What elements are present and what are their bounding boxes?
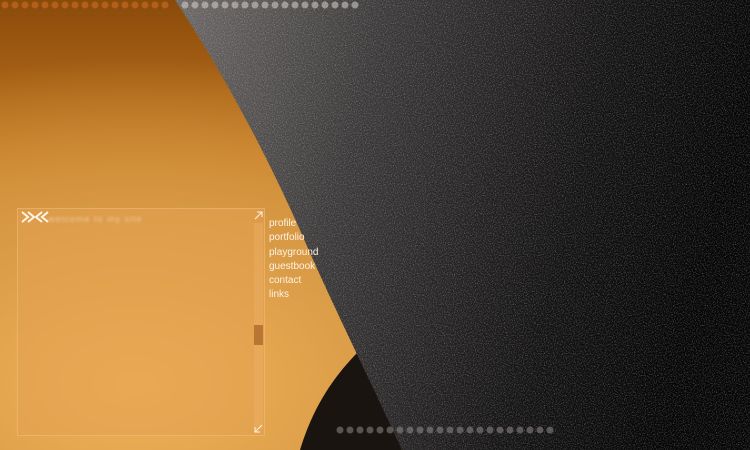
- site-stage: welcome to my site profile portfolio pla…: [0, 0, 750, 450]
- content-panel: welcome to my site: [17, 208, 265, 436]
- panel-title: welcome to my site: [48, 214, 143, 224]
- nav-item-profile[interactable]: profile: [269, 217, 318, 231]
- xk-logo-icon[interactable]: [21, 211, 49, 223]
- nav-item-guestbook[interactable]: guestbook: [269, 260, 318, 274]
- panel-scrollbar[interactable]: [254, 223, 263, 429]
- nav-item-links[interactable]: links: [269, 288, 318, 302]
- main-nav: profile portfolio playground guestbook c…: [269, 217, 318, 303]
- nav-item-portfolio[interactable]: portfolio: [269, 231, 318, 245]
- nav-item-playground[interactable]: playground: [269, 246, 318, 260]
- nav-item-contact[interactable]: contact: [269, 274, 318, 288]
- scrollbar-thumb[interactable]: [254, 325, 263, 345]
- arrow-down-left-icon[interactable]: [254, 424, 263, 433]
- arrow-up-right-icon[interactable]: [254, 211, 263, 220]
- decorative-dot-row-top: [1, 1, 359, 9]
